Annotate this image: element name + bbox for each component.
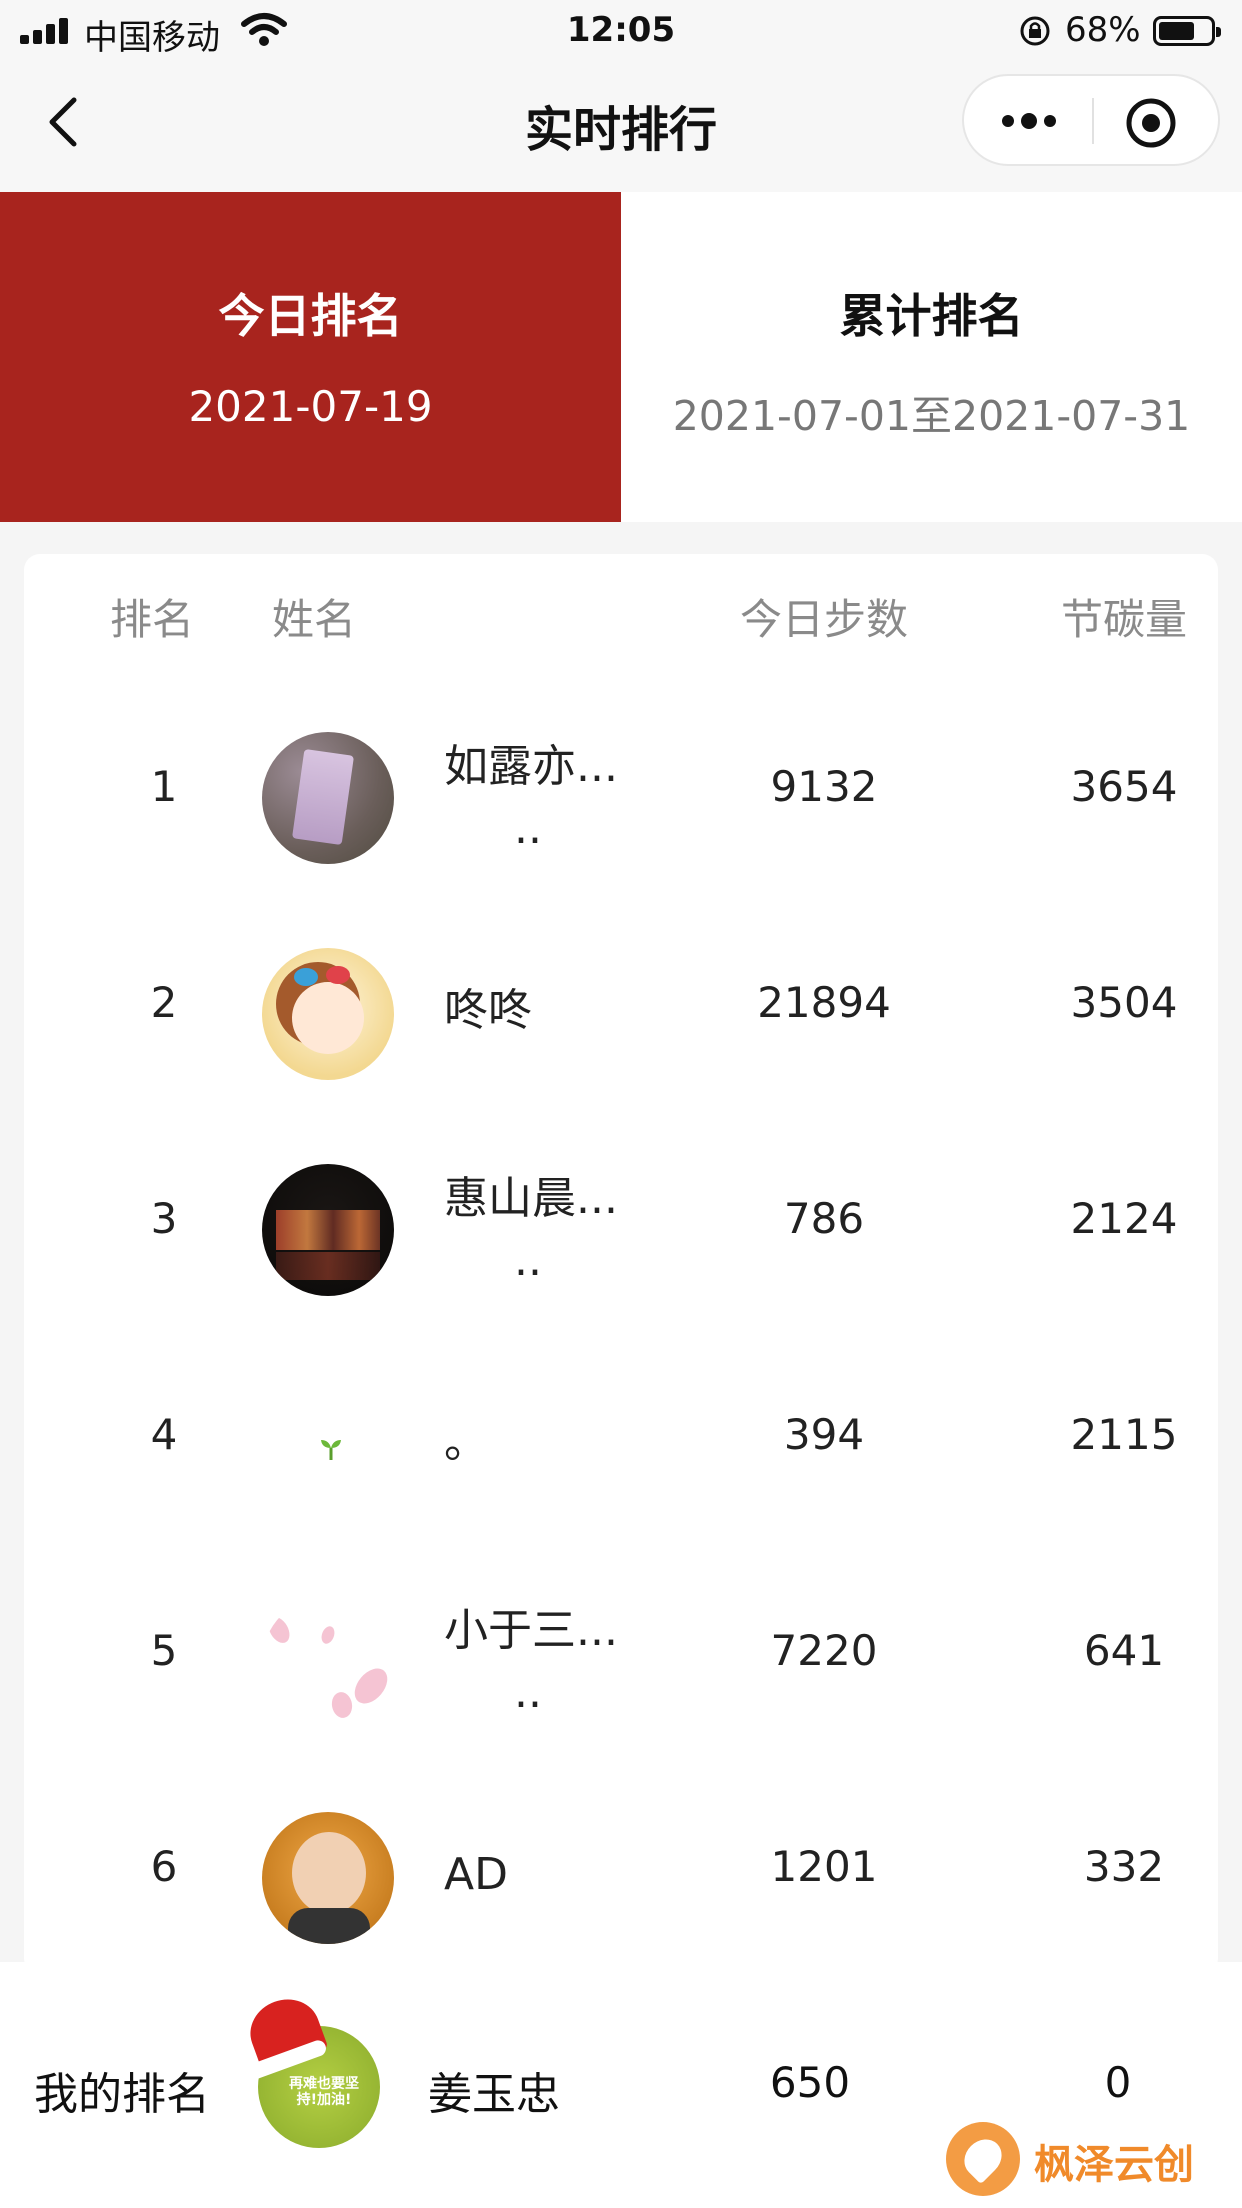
battery-icon [1153,16,1221,46]
header-name: 姓名 [271,595,356,644]
ranking-table: 排名 姓名 今日步数 节碳量 1 如露亦... .. 9132 3654 2 咚… [24,554,1218,1974]
close-target-icon[interactable] [1124,96,1178,150]
carbon-saved: 2124 [1070,1194,1178,1243]
rank-number: 1 [150,762,178,811]
nav-bar: 实时排行 [0,62,1242,192]
my-rank-label: 我的排名 [34,2069,210,2120]
user-name: 咚咚 [444,985,532,1036]
my-avatar: 再难也要坚持!加油! [241,1989,380,2148]
avatar [262,1596,394,1728]
capsule-divider [1092,98,1094,144]
avatar [262,1164,394,1296]
rank-number: 3 [150,1194,178,1243]
carbon-saved: 332 [1083,1842,1165,1891]
my-carbon-saved: 0 [1104,2058,1132,2107]
tab-today-label: 今日排名 [218,289,403,343]
status-time: 12:05 [566,10,676,50]
avatar [262,732,394,864]
step-count: 9132 [770,762,878,811]
avatar [262,1812,394,1944]
battery-percentage: 68% [1065,10,1141,50]
watermark-text: 枫泽云创 [1034,2142,1194,2188]
user-name: 小于三... .. [444,1605,618,1718]
watermark: 枫泽云创 [946,2120,1236,2200]
table-row[interactable]: 4 。 394 2115 [24,1328,1218,1544]
my-avatar-text: 再难也要坚持!加油! [289,2076,359,2108]
carbon-saved: 641 [1083,1626,1165,1675]
header-carbon: 节碳量 [1060,595,1187,644]
table-row[interactable]: 1 如露亦... .. 9132 3654 [24,680,1218,896]
header-rank: 排名 [109,595,194,644]
step-count: 7220 [770,1626,878,1675]
ranking-tabs: 今日排名 2021-07-19 累计排名 2021-07-01至2021-07-… [0,192,1242,522]
table-row[interactable]: 3 惠山晨... .. 786 2124 [24,1112,1218,1328]
sprout-icon [321,1440,341,1460]
tab-cumulative-ranking[interactable]: 累计排名 2021-07-01至2021-07-31 [621,192,1242,522]
step-count: 21894 [757,978,891,1027]
user-name: 如露亦... .. [444,741,618,854]
header-steps: 今日步数 [739,595,908,644]
step-count: 786 [783,1194,865,1243]
more-icon[interactable] [994,98,1064,144]
user-name: 。 [444,1417,488,1468]
carbon-saved: 3654 [1070,762,1178,811]
user-name: AD [444,1849,508,1900]
table-row[interactable]: 5 小于三... .. 7220 641 [24,1544,1218,1760]
rank-number: 5 [150,1626,178,1675]
rank-number: 2 [150,978,178,1027]
carbon-saved: 3504 [1070,978,1178,1027]
avatar [262,1380,394,1512]
tab-cumulative-date: 2021-07-01至2021-07-31 [672,392,1191,440]
rank-number: 6 [150,1842,178,1891]
rotation-lock-icon [1020,16,1050,46]
carbon-saved: 2115 [1070,1410,1178,1459]
tab-cumulative-label: 累计排名 [839,289,1024,343]
avatar [262,948,394,1080]
mini-program-capsule [962,74,1220,166]
table-header: 排名 姓名 今日步数 节碳量 [24,586,1218,646]
maple-leaf-icon [946,2122,1020,2196]
tab-today-date: 2021-07-19 [188,382,433,431]
step-count: 394 [783,1410,865,1459]
my-name: 姜玉忠 [428,2069,560,2120]
table-row[interactable]: 2 咚咚 21894 3504 [24,896,1218,1112]
tab-today-ranking[interactable]: 今日排名 2021-07-19 [0,192,621,522]
user-name: 惠山晨... .. [444,1173,618,1286]
table-row[interactable]: 6 AD 1201 332 [24,1760,1218,1974]
status-bar: 中国移动 12:05 68% [0,0,1242,62]
step-count: 1201 [770,1842,878,1891]
rank-number: 4 [150,1410,178,1459]
my-step-count: 650 [769,2058,851,2107]
